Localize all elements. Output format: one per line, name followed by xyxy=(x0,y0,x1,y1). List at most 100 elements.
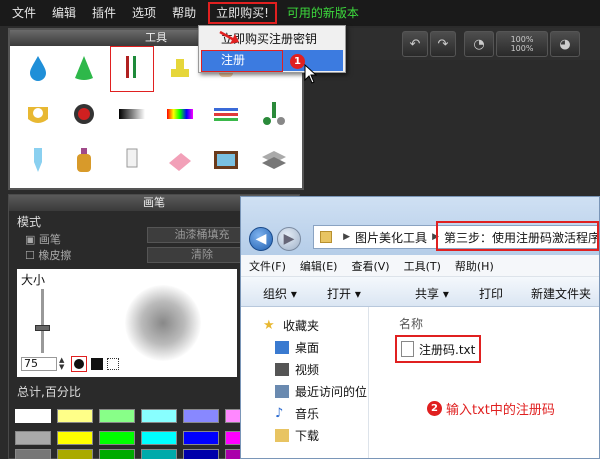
eraser-icon[interactable] xyxy=(162,142,198,178)
water-drop-icon[interactable] xyxy=(20,50,56,86)
swatch-light-green[interactable] xyxy=(99,409,135,423)
explorer-menu-view[interactable]: 查看(V) xyxy=(351,258,389,274)
bulb-icon[interactable] xyxy=(114,142,150,178)
step-1-badge: 1 xyxy=(290,54,305,69)
recent-icon xyxy=(275,385,289,398)
text-file-icon xyxy=(401,341,414,357)
organize-button[interactable]: 组织 ▾ xyxy=(263,285,297,302)
main-toolbar: 原始 ↶ ↷ ◔ 100% 100% ◕ xyxy=(304,28,600,60)
mode-eraser-option[interactable]: ☐ 橡皮擦 xyxy=(25,247,71,263)
explorer-menubar: 文件(F) 编辑(E) 查看(V) 工具(T) 帮助(H) xyxy=(241,255,599,277)
nav-recent-label: 最近访问的位 xyxy=(295,385,368,399)
size-slider-thumb[interactable] xyxy=(35,325,50,331)
explorer-menu-tools[interactable]: 工具(T) xyxy=(404,258,441,274)
file-name: 注册码.txt xyxy=(419,342,476,357)
brush-preview xyxy=(125,285,201,361)
menu-plugins[interactable]: 插件 xyxy=(84,0,124,26)
nav-favorites-label: 收藏夹 xyxy=(283,319,320,333)
zoom-level[interactable]: 100% 100% xyxy=(496,31,548,57)
swatch-green[interactable] xyxy=(99,431,135,445)
tv-icon[interactable] xyxy=(208,142,244,178)
mode-brush-option[interactable]: ▣ 画笔 xyxy=(25,231,61,247)
scissors-icon[interactable] xyxy=(256,96,292,132)
new-folder-button[interactable]: 新建文件夹 xyxy=(531,285,591,302)
zoom-in-icon[interactable]: ◕ xyxy=(550,31,580,57)
column-header-name[interactable]: 名称 xyxy=(399,315,423,332)
size-slider-track[interactable] xyxy=(41,289,44,353)
gradient-icon[interactable] xyxy=(114,96,150,132)
round-brush-button[interactable] xyxy=(71,356,87,372)
text-layers-icon[interactable] xyxy=(256,142,292,178)
breadcrumb-segment-1[interactable]: 图片美化工具 xyxy=(355,229,427,246)
selected-tool-highlight xyxy=(110,46,154,92)
size-value-input[interactable]: 75 xyxy=(21,357,57,371)
register-highlight-box xyxy=(201,50,283,72)
swatch-yellow[interactable] xyxy=(57,431,93,445)
menu-options[interactable]: 选项 xyxy=(124,0,164,26)
mode-eraser-label: 橡皮擦 xyxy=(38,249,72,262)
square-brush-button[interactable] xyxy=(91,358,103,370)
cone-icon[interactable] xyxy=(66,50,102,86)
swatch-light-cyan[interactable] xyxy=(141,409,177,423)
zoom-bottom: 100% xyxy=(510,44,534,53)
swatch-blue[interactable] xyxy=(183,431,219,445)
explorer-window: ◀ ▶ ▶ 图片美化工具 ▶ 第三步：使用注册码激活程序 文件(F) 编辑(E)… xyxy=(240,196,600,459)
back-icon[interactable]: ◀ xyxy=(249,227,273,251)
swatch-cyan[interactable] xyxy=(141,431,177,445)
round-brush-icon xyxy=(74,359,84,369)
open-label: 打开 xyxy=(327,287,352,301)
video-icon xyxy=(275,363,289,376)
share-label: 共享 xyxy=(415,287,440,301)
redo-icon[interactable]: ↷ xyxy=(430,31,456,57)
nav-downloads[interactable]: 下载 xyxy=(275,427,319,444)
nav-videos-label: 视频 xyxy=(295,363,320,377)
red-arrow-icon xyxy=(219,30,239,44)
nav-desktop[interactable]: 桌面 xyxy=(275,339,319,356)
file-item-registration-code[interactable]: 注册码.txt xyxy=(395,335,481,363)
music-icon: ♪ xyxy=(275,406,284,421)
instruction-text: 输入txt中的注册码 xyxy=(446,403,555,418)
nav-videos[interactable]: 视频 xyxy=(275,361,319,378)
nav-music[interactable]: ♪ 音乐 xyxy=(275,405,319,422)
swatch-gray[interactable] xyxy=(15,431,51,445)
share-button[interactable]: 共享 ▾ xyxy=(415,285,449,302)
print-button[interactable]: 打印 xyxy=(479,285,503,302)
forward-icon[interactable]: ▶ xyxy=(277,227,301,251)
clock-melt-icon[interactable] xyxy=(20,96,56,132)
explorer-menu-file[interactable]: 文件(F) xyxy=(249,258,286,274)
nav-favorites[interactable]: ★ 收藏夹 xyxy=(263,317,319,334)
stats-label: 总计,百分比 xyxy=(17,385,81,399)
download-icon xyxy=(275,429,289,442)
menu-file[interactable]: 文件 xyxy=(4,0,44,26)
lens-icon[interactable] xyxy=(66,96,102,132)
menu-new-version[interactable]: 可用的新版本 xyxy=(279,0,367,26)
explorer-menu-help[interactable]: 帮助(H) xyxy=(455,258,494,274)
explorer-menu-edit[interactable]: 编辑(E) xyxy=(300,258,338,274)
dropper-icon[interactable] xyxy=(20,142,56,178)
spectrum-icon[interactable] xyxy=(162,96,198,132)
swatch-navy[interactable] xyxy=(183,449,219,459)
bottle-icon[interactable] xyxy=(66,142,102,178)
lines-icon[interactable] xyxy=(208,96,244,132)
menu-help[interactable]: 帮助 xyxy=(164,0,204,26)
swatch-light-yellow[interactable] xyxy=(57,409,93,423)
nav-recent[interactable]: 最近访问的位 xyxy=(275,383,367,400)
swatch-teal[interactable] xyxy=(141,449,177,459)
dotted-brush-button[interactable] xyxy=(107,358,119,370)
zoom-out-icon[interactable]: ◔ xyxy=(464,31,494,57)
size-label: 大小 xyxy=(21,273,46,287)
address-row: ◀ ▶ ▶ 图片美化工具 ▶ 第三步：使用注册码激活程序 xyxy=(241,197,599,255)
swatch-white[interactable] xyxy=(15,409,51,423)
open-button[interactable]: 打开 ▾ xyxy=(327,285,361,302)
size-spinner[interactable]: ▲ ▼ xyxy=(59,357,69,371)
menu-edit[interactable]: 编辑 xyxy=(44,0,84,26)
swatch-light-blue[interactable] xyxy=(183,409,219,423)
undo-icon[interactable]: ↶ xyxy=(402,31,428,57)
star-icon: ★ xyxy=(263,318,275,333)
stamp-icon[interactable] xyxy=(162,50,198,86)
swatch-dark-green[interactable] xyxy=(99,449,135,459)
swatch-olive[interactable] xyxy=(57,449,93,459)
menu-buy-now[interactable]: 立即购买! xyxy=(208,2,277,24)
swatch-dark-gray[interactable] xyxy=(15,449,51,459)
address-highlight-box xyxy=(436,221,599,251)
